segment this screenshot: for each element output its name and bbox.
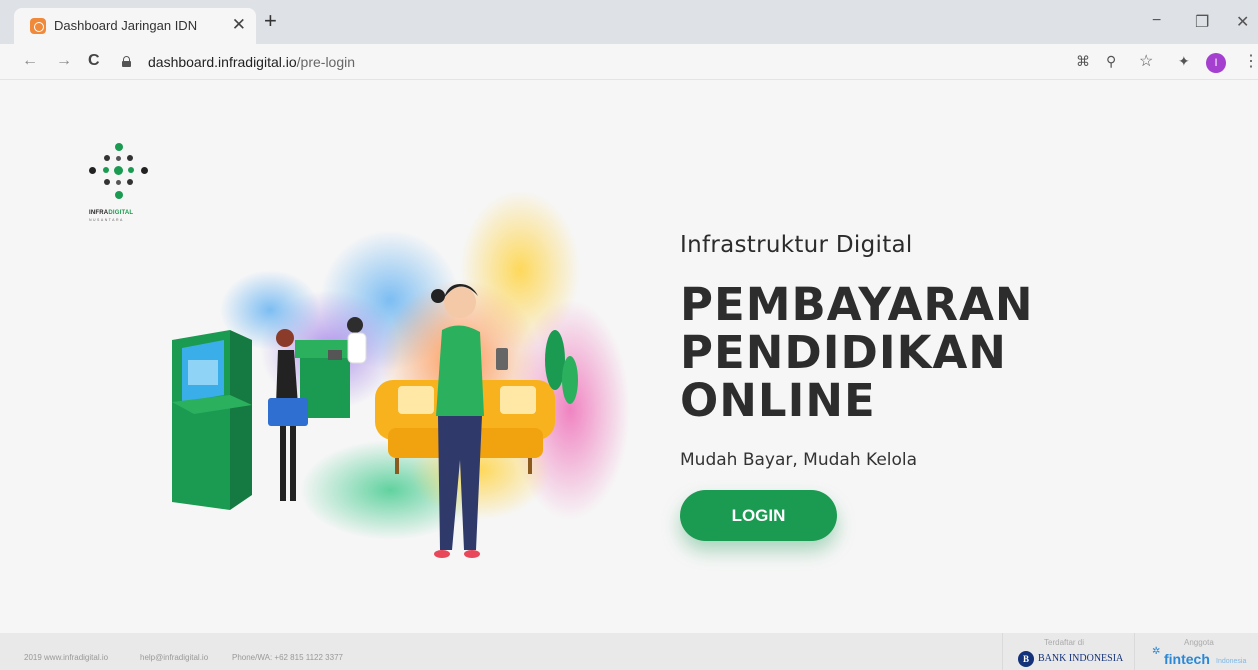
login-button[interactable]: LOGIN [680,490,837,541]
browser-tabstrip: Dashboard Jaringan IDN ✕ + − ❐ ✕ [0,0,1258,44]
qr-code-icon[interactable]: ⌘ [1076,53,1090,70]
back-button[interactable]: ← [22,52,38,70]
hero-title-line-3: ONLINE [680,374,876,427]
browser-toolbar: ← → C dashboard.infradigital.io/pre-logi… [0,44,1258,80]
hero-section: Infrastruktur Digital PEMBAYARAN PENDIDI… [680,232,1100,541]
hero-title-line-2: PENDIDIKAN [680,326,1007,379]
footer-divider [1134,633,1135,670]
fintech-logo-subtext: Indonesia [1216,658,1247,665]
member-label: Anggota [1184,638,1214,647]
minimize-button[interactable]: − [1152,12,1161,30]
logo-wordmark: INFRADIGITAL [89,210,134,216]
profile-avatar[interactable]: I [1206,53,1226,73]
bank-indonesia-logo: B [1018,651,1034,667]
extensions-icon[interactable]: ✦ [1178,53,1190,70]
tab-title: Dashboard Jaringan IDN [54,18,198,33]
new-tab-button[interactable]: + [264,10,277,32]
page-footer: 2019 www.infradigital.io help@infradigit… [0,633,1258,670]
tab-close-icon[interactable]: ✕ [232,15,246,35]
bookmark-star-icon[interactable]: ☆ [1139,51,1153,71]
menu-icon[interactable]: ⋮ [1243,51,1258,71]
fintech-star-icon: ✲ [1152,646,1161,657]
hero-title-line-1: PEMBAYARAN [680,278,1034,331]
logo-subtitle: NUSANTARA [89,218,124,222]
address-bar[interactable]: dashboard.infradigital.io/pre-login [112,49,1172,75]
footer-site-link[interactable]: 2019 www.infradigital.io [24,653,108,662]
favicon-icon [30,18,46,34]
close-window-button[interactable]: ✕ [1236,12,1249,32]
registered-label: Terdaftar di [1044,638,1085,647]
reload-button[interactable]: C [88,52,100,70]
browser-tab[interactable]: Dashboard Jaringan IDN ✕ [14,8,256,44]
fintech-logo-text: fintech [1164,651,1210,667]
footer-phone: Phone/WA: +62 815 1122 3377 [232,653,343,662]
forward-button[interactable]: → [56,52,72,70]
footer-divider [1002,633,1003,670]
hero-tagline: Mudah Bayar, Mudah Kelola [680,450,918,470]
infradigital-logo[interactable]: INFRADIGITAL NUSANTARA [86,140,152,230]
footer-email-link[interactable]: help@infradigital.io [140,653,208,662]
lock-icon [122,56,131,67]
hero-illustration [172,190,630,558]
hero-subtitle: Infrastruktur Digital [680,232,913,258]
zoom-icon[interactable]: ⚲ [1106,53,1116,70]
restore-button[interactable]: ❐ [1195,12,1209,32]
url-text: dashboard.infradigital.io/pre-login [148,54,356,70]
bank-indonesia-text: BANK INDONESIA [1038,653,1124,664]
